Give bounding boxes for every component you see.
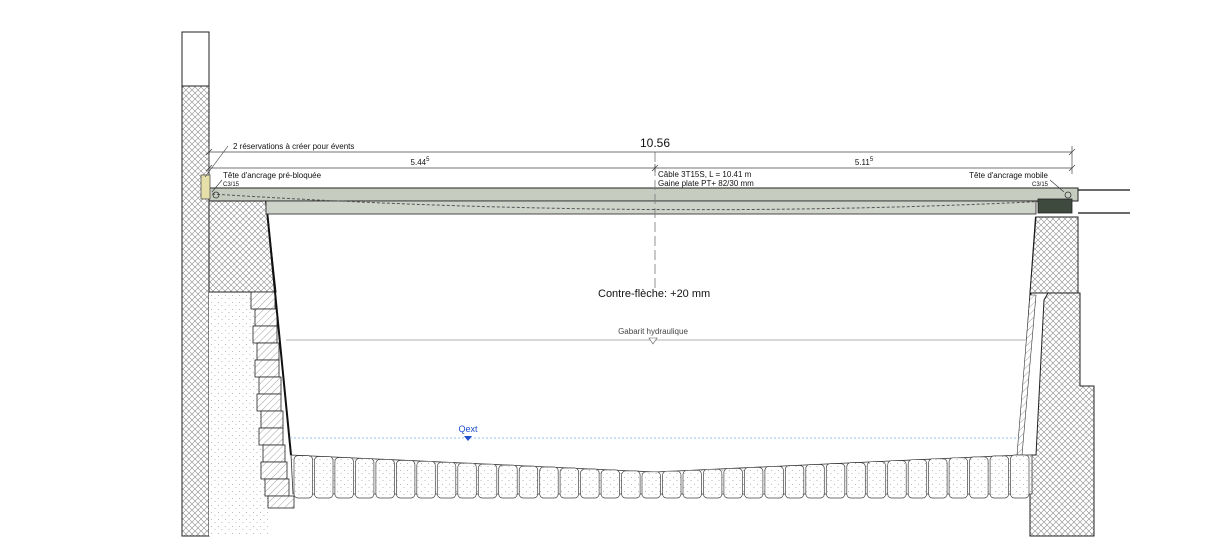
hydraulic-label: Gabarit hydraulique <box>618 327 688 336</box>
invert-block <box>293 455 313 499</box>
anchor-left-ref: C3/15 <box>223 182 240 188</box>
anchor-right-label: Tête d'ancrage mobile <box>969 171 1048 180</box>
invert-block <box>866 461 887 499</box>
reservations-note: 2 réservations à créer pour évents <box>233 142 354 151</box>
anchor-left-label: Tête d'ancrage pré-bloquée <box>223 171 322 180</box>
invert-block <box>436 461 457 499</box>
dimension-right: 5.115 <box>855 157 874 167</box>
invert-block <box>723 468 743 499</box>
bridge-section-drawing: 2 réservations à créer pour évents 10.56… <box>181 31 1130 537</box>
invert-block <box>621 470 641 499</box>
dimension-total: 10.56 <box>640 136 670 150</box>
invert-block <box>662 470 682 499</box>
cable-label: Câble 3T15S, L = 10.41 m <box>658 170 752 179</box>
dimension-right-main: 5.11 <box>855 158 871 167</box>
dimension-left: 5.445 <box>411 157 431 167</box>
invert-block <box>703 468 723 499</box>
dimension-right-sup: 5 <box>870 157 874 163</box>
anchor-right-ref: C3/15 <box>1032 182 1049 188</box>
invert-block <box>600 469 620 499</box>
duct-label: Gaine plate PT+ 82/30 mm <box>658 179 754 188</box>
invert-block <box>334 457 354 499</box>
left-wall-body <box>181 85 210 537</box>
qext-marker <box>464 436 472 441</box>
invert-block <box>641 471 661 499</box>
invert-block <box>805 464 825 499</box>
hydraulic-marker <box>648 337 658 345</box>
invert-block <box>539 466 559 499</box>
invert-block <box>907 459 928 499</box>
invert-block <box>928 458 948 499</box>
invert-block <box>825 463 846 499</box>
invert-block <box>764 466 784 499</box>
left-wall <box>181 31 210 537</box>
left-wall-upper <box>181 31 210 87</box>
invert-block <box>457 462 477 499</box>
left-anchor-block <box>200 174 211 200</box>
dimension-left-main: 5.44 <box>411 158 427 167</box>
deck-underside <box>265 200 1037 215</box>
invert-block <box>314 456 334 499</box>
invert-block <box>498 464 518 499</box>
camber-label: Contre-flèche: +20 mm <box>598 288 710 300</box>
right-abutment <box>1029 216 1079 294</box>
invert-block <box>846 462 866 499</box>
invert-block <box>559 467 579 499</box>
right-anchor-block <box>1037 198 1073 214</box>
invert-block <box>477 463 498 499</box>
invert-block <box>580 468 600 499</box>
invert-block <box>416 460 436 499</box>
invert-block <box>1010 454 1030 499</box>
qext-label: Qext <box>458 424 478 434</box>
invert-block <box>784 465 805 499</box>
right-wall-inner-face <box>1016 294 1037 456</box>
right-backfill <box>1029 292 1095 537</box>
deck-slab <box>208 187 1079 202</box>
invert-block <box>518 465 539 499</box>
invert-block <box>375 459 395 499</box>
invert-block <box>887 460 907 499</box>
invert-block <box>355 458 375 499</box>
invert-block <box>969 456 989 499</box>
invert-block <box>682 469 702 499</box>
dimension-left-sup: 5 <box>426 157 430 163</box>
invert-block <box>744 467 764 499</box>
invert-block <box>989 455 1009 499</box>
invert-block <box>396 460 416 499</box>
invert-block <box>948 457 968 499</box>
